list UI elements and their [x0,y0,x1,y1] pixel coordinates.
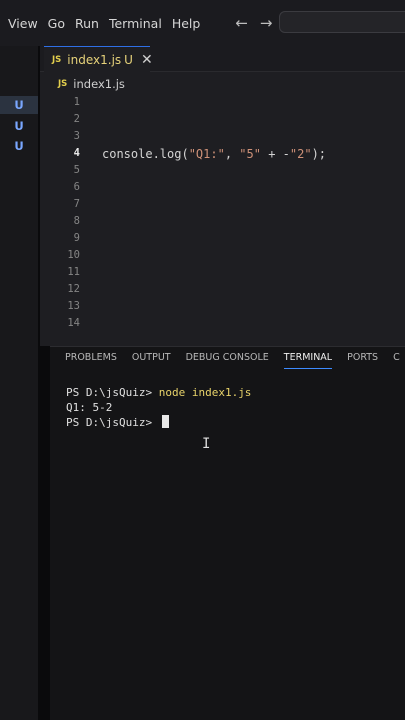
line-number: 12 [67,283,80,295]
menu-bar: View Go Run Terminal Help ← → [0,0,405,46]
js-file-icon: JS [58,79,68,89]
text-cursor-icon: I [202,436,211,452]
tab-terminal[interactable]: TERMINAL [283,347,333,371]
close-icon[interactable]: ✕ [141,52,153,68]
terminal-line: PS D:\jsQuiz> [66,415,251,430]
breadcrumb-file[interactable]: index1.js [73,77,125,91]
terminal-command: node index1.js [158,386,252,399]
line-number: 2 [73,113,80,125]
tab-index1-js[interactable]: JS index1.js U ✕ [44,46,153,72]
line-number: 3 [73,130,80,142]
breadcrumb: JS index1.js [58,77,125,91]
tab-problems[interactable]: PROBLEMS [65,347,117,371]
tab-ports[interactable]: PORTS [347,347,378,371]
explorer-strip: ··· U U U [0,46,38,720]
arrow-left-icon[interactable]: ← [235,14,248,32]
line-number: 1 [73,96,80,108]
code-token: ); [311,147,327,161]
tab-overflow[interactable]: C [393,347,400,371]
code-string: "Q1:" [188,147,225,161]
line-number: 8 [73,215,80,227]
command-center-search[interactable] [279,11,405,33]
menu-help[interactable]: Help [172,16,201,31]
terminal-result: Q1: 5-2 [66,401,113,414]
line-number: 10 [67,249,80,261]
code-line-4[interactable]: console.log("Q1:", "5" + -"2"); [102,147,326,161]
terminal-output[interactable]: PS D:\jsQuiz> node index1.js Q1: 5-2 PS … [66,385,251,430]
code-token: + - [260,147,290,161]
code-string: "5" [239,147,261,161]
line-number: 9 [73,232,80,244]
untracked-badge[interactable]: U [0,137,38,155]
line-number: 5 [73,164,80,176]
arrow-right-icon[interactable]: → [260,14,273,32]
menu-terminal[interactable]: Terminal [109,16,162,31]
editor-area: JS index1.js U ✕ JS index1.js 1 2 3 4 5 … [40,46,405,346]
bottom-panel: PROBLEMS OUTPUT DEBUG CONSOLE TERMINAL P… [50,346,405,720]
menu-run[interactable]: Run [75,16,99,31]
terminal-prompt: PS D:\jsQuiz> [66,386,159,399]
line-number: 14 [67,317,80,329]
code-token: , [224,147,240,161]
terminal-line: PS D:\jsQuiz> node index1.js [66,385,251,400]
tab-label: index1.js [67,52,122,67]
tab-output[interactable]: OUTPUT [132,347,171,371]
code-token: console.log( [102,147,189,161]
editor-tab-bar: JS index1.js U ✕ [40,46,405,72]
terminal-cursor [161,415,169,428]
untracked-badge[interactable]: U [0,96,38,114]
line-number-current: 4 [73,147,80,159]
code-string: "2" [289,147,312,161]
menu-view[interactable]: View [8,16,38,31]
untracked-badge[interactable]: U [0,117,38,135]
menu-go[interactable]: Go [48,16,65,31]
tab-debug-console[interactable]: DEBUG CONSOLE [186,347,269,371]
js-file-icon: JS [52,54,62,65]
panel-tab-bar: PROBLEMS OUTPUT DEBUG CONSOLE TERMINAL P… [50,347,405,371]
line-number: 13 [67,300,80,312]
tab-status: U [124,52,133,67]
line-number: 7 [73,198,80,210]
line-number: 6 [73,181,80,193]
line-number: 11 [67,266,80,278]
terminal-line: Q1: 5-2 [66,400,251,415]
terminal-prompt: PS D:\jsQuiz> [66,416,159,429]
